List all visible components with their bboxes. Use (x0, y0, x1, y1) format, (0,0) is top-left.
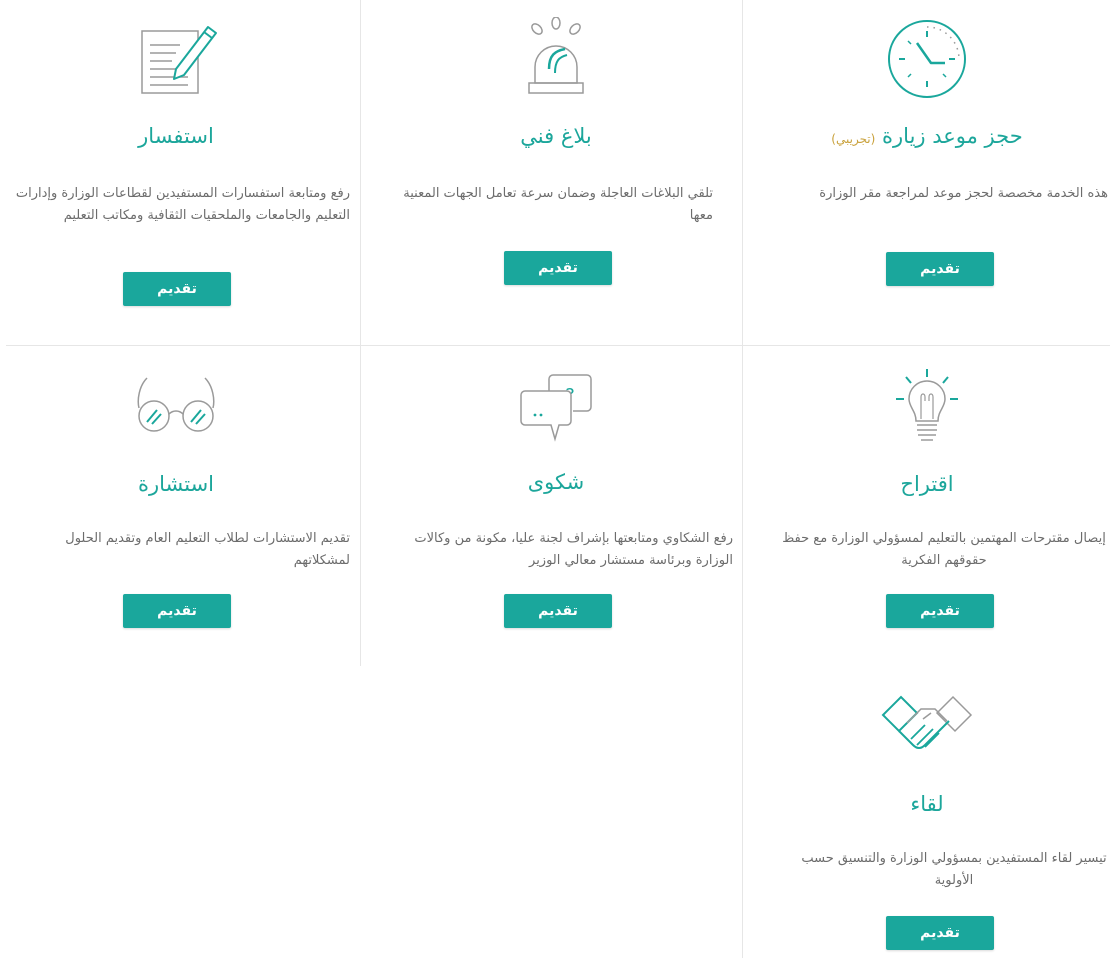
divider (360, 0, 361, 666)
service-title: اقتراح (900, 472, 954, 496)
clock-icon (742, 14, 1112, 104)
lightbulb-icon (742, 360, 1112, 450)
glasses-icon (0, 360, 352, 450)
submit-button[interactable]: تقديم (123, 594, 231, 628)
service-card-report: بلاغ فني تلقي البلاغات العاجلة وضمان سرع… (371, 0, 741, 345)
alarm-light-icon (371, 14, 741, 104)
service-card-suggestion: اقتراح إيصال مقترحات المهتمين بالتعليم ل… (742, 346, 1112, 666)
service-title: استفسار (138, 124, 214, 148)
service-title: شكوى (527, 470, 585, 494)
submit-button[interactable]: تقديم (504, 594, 612, 628)
service-desc: إيصال مقترحات المهتمين بالتعليم لمسؤولي … (782, 531, 1106, 568)
beta-tag: (تجريبي) (831, 132, 876, 146)
service-card-complaint: ? شكوى رفع الشكاوي ومتابعتها بإشراف لجنة… (371, 346, 741, 666)
service-card-visit: حجز موعد زيارة (تجريبي) هذه الخدمة مخصصة… (742, 0, 1112, 345)
submit-button[interactable]: تقديم (886, 594, 994, 628)
service-desc: تلقي البلاغات العاجلة وضمان سرعة تعامل ا… (403, 186, 713, 223)
chat-question-icon: ? (371, 360, 741, 450)
service-desc: رفع ومتابعة استفسارات المستفيدين لقطاعات… (15, 186, 350, 223)
service-card-inquiry: استفسار رفع ومتابعة استفسارات المستفيدين… (0, 0, 352, 345)
service-desc: رفع الشكاوي ومتابعتها بإشراف لجنة عليا، … (414, 531, 733, 568)
handshake-icon (742, 680, 1112, 770)
document-pen-icon (0, 14, 352, 104)
service-title-text: حجز موعد زيارة (882, 124, 1023, 148)
submit-button[interactable]: تقديم (123, 272, 231, 306)
services-grid: حجز موعد زيارة (تجريبي) هذه الخدمة مخصصة… (0, 0, 1112, 958)
service-title: لقاء (910, 792, 944, 816)
service-card-meeting: لقاء تيسير لقاء المستفيدين بمسؤولي الوزا… (742, 666, 1112, 958)
service-card-consultation: استشارة تقديم الاستشارات لطلاب التعليم ا… (0, 346, 352, 666)
service-desc: تيسير لقاء المستفيدين بمسؤولي الوزارة وا… (801, 851, 1107, 888)
service-desc: هذه الخدمة مخصصة لحجز موعد لمراجعة مقر ا… (819, 186, 1108, 201)
submit-button[interactable]: تقديم (886, 252, 994, 286)
submit-button[interactable]: تقديم (504, 251, 612, 285)
service-desc: تقديم الاستشارات لطلاب التعليم العام وتق… (65, 531, 350, 568)
submit-button[interactable]: تقديم (886, 916, 994, 950)
service-title: بلاغ فني (520, 124, 592, 148)
service-title: حجز موعد زيارة (تجريبي) (742, 122, 1112, 153)
service-title: استشارة (137, 472, 215, 496)
